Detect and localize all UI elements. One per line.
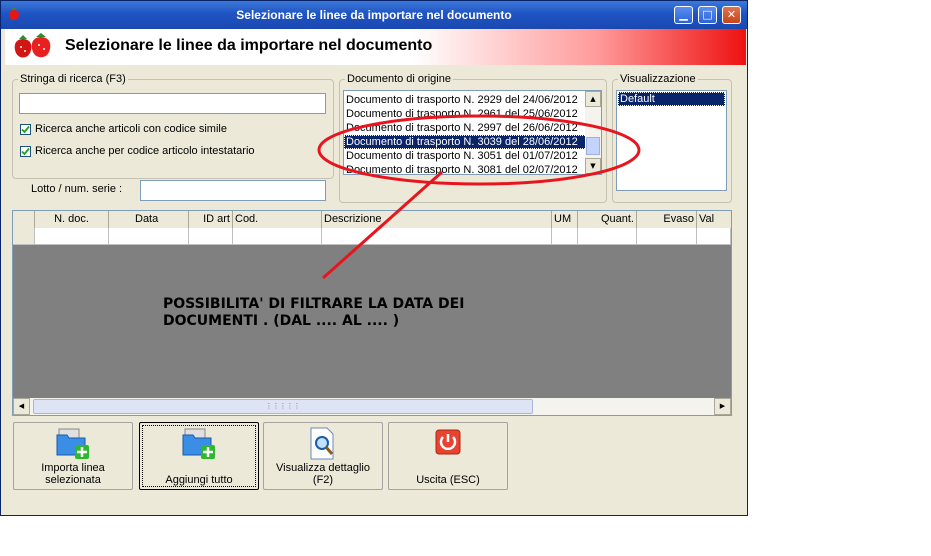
scroll-thumb[interactable] <box>586 137 600 155</box>
annotation-line: POSSIBILITA' DI FILTRARE LA DATA DEI <box>163 296 465 312</box>
table-horizontal-scrollbar[interactable]: ◀ ⋮⋮⋮⋮⋮ ▶ <box>13 398 731 415</box>
checkbox-box[interactable] <box>20 145 31 157</box>
table-header: N. doc. Data ID art Cod. Descrizione UM … <box>13 211 731 229</box>
document-magnifier-icon <box>310 427 334 460</box>
list-item[interactable]: Documento di trasporto N. 2929 del 24/06… <box>344 93 601 107</box>
exit-button[interactable]: Uscita (ESC) <box>388 422 508 490</box>
annotation-line: DOCUMENTI . (DAL .... AL .... ) <box>163 313 400 329</box>
header-title: Selezionare le linee da importare nel do… <box>65 37 433 54</box>
origin-legend: Documento di origine <box>347 73 451 85</box>
window-title: Selezionare le linee da importare nel do… <box>236 8 512 22</box>
title-bar[interactable]: Selezionare le linee da importare nel do… <box>1 1 747 29</box>
column-header[interactable]: Quant. <box>578 211 637 228</box>
column-header[interactable]: Evaso <box>637 211 697 228</box>
column-header[interactable]: Val <box>697 211 731 228</box>
scroll-right-arrow-icon[interactable]: ▶ <box>714 398 731 415</box>
column-header[interactable]: Data <box>109 211 189 228</box>
close-button[interactable]: ✕ <box>722 6 741 24</box>
maximize-button[interactable]: □ <box>698 6 717 24</box>
button-label: Importa linea selezionata <box>41 462 105 486</box>
checkmark-icon <box>21 125 30 133</box>
minimize-button[interactable]: ▁ <box>674 6 693 24</box>
column-header[interactable]: UM <box>552 211 578 228</box>
owner-code-checkbox[interactable]: Ricerca anche per codice articolo intest… <box>20 145 255 157</box>
list-item[interactable]: Documento di trasporto N. 2961 del 25/06… <box>344 107 601 121</box>
button-label: Aggiungi tutto <box>165 474 233 486</box>
annotation-text: POSSIBILITA' DI FILTRARE LA DATA DEI DOC… <box>163 296 464 330</box>
folder-add-icon <box>56 428 89 459</box>
checkbox-box[interactable] <box>20 123 31 135</box>
lotto-label: Lotto / num. serie : <box>31 183 123 195</box>
similar-code-checkbox[interactable]: Ricerca anche articoli con codice simile <box>20 123 227 135</box>
table-row[interactable] <box>13 228 731 245</box>
column-header[interactable]: Descrizione <box>322 211 552 228</box>
add-all-button[interactable]: Aggiungi tutto <box>139 422 259 490</box>
import-lines-window: Selezionare le linee da importare nel do… <box>0 0 748 516</box>
lotto-input[interactable] <box>140 180 326 201</box>
checkmark-icon <box>21 147 30 155</box>
checkbox-label: Ricerca anche per codice articolo intest… <box>35 145 255 157</box>
scroll-down-arrow-icon[interactable]: ▼ <box>585 158 601 174</box>
list-item[interactable]: Documento di trasporto N. 2997 del 26/06… <box>344 121 601 135</box>
power-icon <box>435 429 461 455</box>
list-item[interactable]: Documento di trasporto N. 3081 del 02/07… <box>344 163 601 174</box>
view-list[interactable]: Default <box>616 90 727 191</box>
origin-vertical-scrollbar[interactable]: ▲ ▼ <box>585 91 601 174</box>
column-header[interactable]: Cod. <box>233 211 322 228</box>
list-item-selected[interactable]: Documento di trasporto N. 3039 del 28/06… <box>344 135 601 149</box>
list-item[interactable]: Documento di trasporto N. 3051 del 01/07… <box>344 149 601 163</box>
strawberries-logo-icon <box>14 33 51 58</box>
checkbox-label: Ricerca anche articoli con codice simile <box>35 123 227 135</box>
origin-document-list[interactable]: Documento di trasporto N. 2929 del 24/06… <box>343 90 602 175</box>
scroll-up-arrow-icon[interactable]: ▲ <box>585 91 601 107</box>
column-header[interactable]: N. doc. <box>35 211 109 228</box>
folder-add-icon <box>182 428 215 459</box>
column-header[interactable] <box>13 211 35 228</box>
button-label: Visualizza dettaglio (F2) <box>276 462 370 486</box>
dialog-header: Selezionare le linee da importare nel do… <box>5 29 746 65</box>
search-input[interactable] <box>19 93 326 114</box>
view-legend: Visualizzazione <box>620 73 696 85</box>
import-selected-line-button[interactable]: Importa linea selezionata <box>13 422 133 490</box>
scroll-thumb[interactable]: ⋮⋮⋮⋮⋮ <box>33 399 533 414</box>
list-item-selected[interactable]: Default <box>618 92 725 106</box>
column-header[interactable]: ID art <box>189 211 233 228</box>
view-detail-button[interactable]: Visualizza dettaglio (F2) <box>263 422 383 490</box>
scroll-left-arrow-icon[interactable]: ◀ <box>13 398 30 415</box>
search-legend: Stringa di ricerca (F3) <box>20 73 126 85</box>
button-label: Uscita (ESC) <box>416 474 480 486</box>
